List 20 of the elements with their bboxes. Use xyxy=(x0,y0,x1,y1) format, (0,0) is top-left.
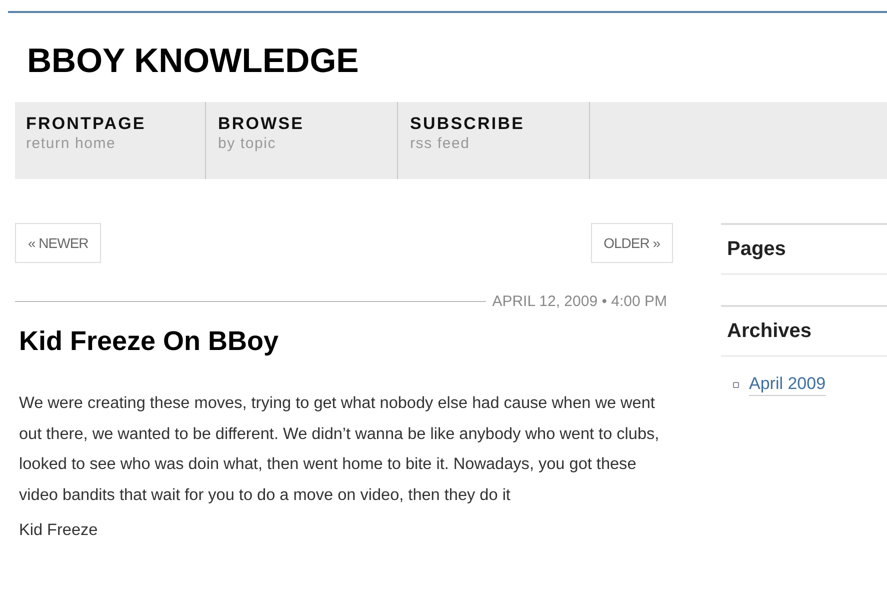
archive-link[interactable]: April 2009 xyxy=(749,373,826,396)
nav-item[interactable]: SUBSCRIBE rss feed xyxy=(399,102,590,179)
newer-button[interactable]: « NEWER xyxy=(15,223,102,263)
widget-heading: Archives xyxy=(721,307,887,357)
older-button[interactable]: OLDER » xyxy=(590,223,673,263)
nav-label: FRONTPAGE xyxy=(26,114,147,134)
nav-subtitle: by topic xyxy=(218,134,278,154)
nav-label: BROWSE xyxy=(218,114,306,134)
post-date: APRIL 12, 2009 • 4:00 PM xyxy=(492,293,668,310)
bullet-icon xyxy=(733,382,739,388)
nav-label: SUBSCRIBE xyxy=(410,114,526,134)
post-title: Kid Freeze On BBoy xyxy=(19,325,279,358)
site-title: BBOY KNOWLEDGE xyxy=(27,41,359,81)
widget-heading: Pages xyxy=(721,225,887,275)
post-paragraph: Kid Freeze xyxy=(19,520,98,540)
post-paragraph: We were creating these moves, trying to get what nobody else had cause when we went out there, we wanted to be different. We didn’t wanna be like anybody who went to clubs, looked to see who was doin what, then went home to bite it. Nowadays, you got these video bandits that wait for you to do a move on video, then they do it xyxy=(19,393,660,506)
nav-subtitle: rss feed xyxy=(410,134,471,154)
nav-item[interactable]: BROWSE by topic xyxy=(207,102,398,179)
nav-subtitle: return home xyxy=(26,134,117,154)
nav-item[interactable]: FRONTPAGE return home xyxy=(15,102,206,179)
